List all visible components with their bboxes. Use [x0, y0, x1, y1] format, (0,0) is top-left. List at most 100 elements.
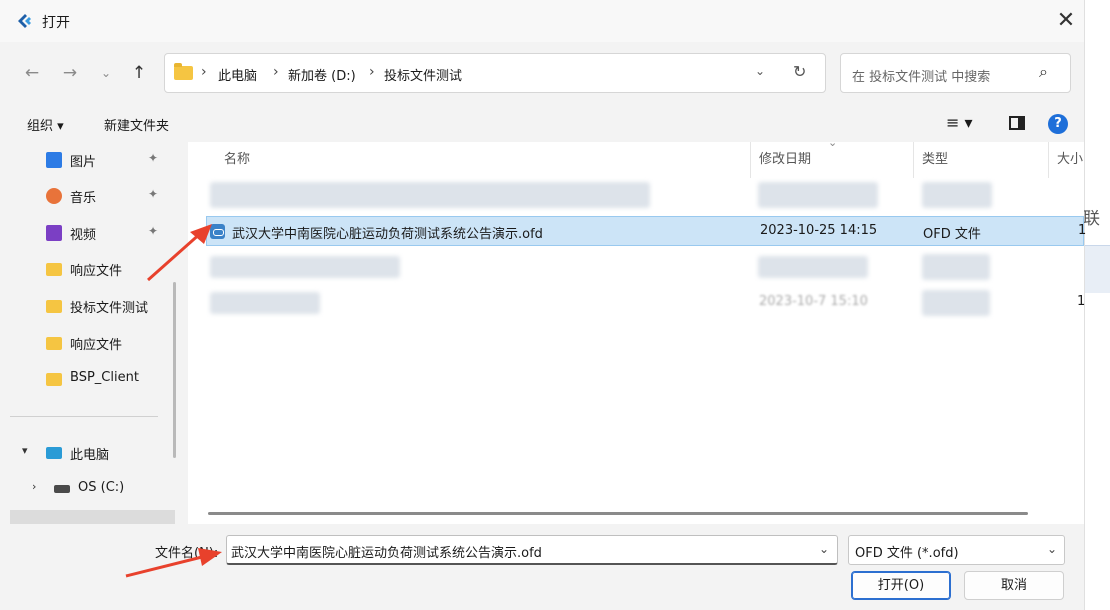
- search-icon[interactable]: ⌕: [1039, 62, 1048, 82]
- ofd-file-icon: [210, 224, 225, 239]
- pin-icon: ✦: [148, 187, 159, 201]
- folder-icon: [46, 337, 62, 350]
- file-size: 1: [1078, 223, 1087, 238]
- file-type-value[interactable]: OFD 文件 (*.ofd): [855, 542, 959, 561]
- cancel-button[interactable]: 取消: [964, 571, 1064, 600]
- chevron-down-icon[interactable]: ⌄: [1047, 542, 1057, 556]
- music-icon: [46, 188, 62, 204]
- close-icon: ✕: [1056, 8, 1076, 33]
- file-name: 武汉大学中南医院心脏运动负荷测试系统公告演示.ofd: [232, 227, 543, 242]
- sidebar-item-label: 响应文件: [70, 338, 123, 353]
- column-divider[interactable]: [750, 142, 751, 178]
- sidebar-item-folder[interactable]: 响应文件: [10, 328, 175, 358]
- column-header-type[interactable]: 类型: [922, 148, 948, 167]
- pictures-icon: [46, 152, 62, 168]
- sidebar-item-label: 视频: [70, 228, 97, 243]
- sidebar-item-label: 此电脑: [70, 448, 110, 463]
- search-placeholder[interactable]: 在 投标文件测试 中搜索: [852, 66, 990, 85]
- computer-icon: [46, 447, 62, 459]
- file-row[interactable]: [206, 252, 1084, 282]
- breadcrumb-separator[interactable]: ›: [273, 64, 279, 80]
- dialog-footer: 文件名(N): 武汉大学中南医院心脏运动负荷测试系统公告演示.ofd ⌄ OFD…: [0, 524, 1084, 610]
- close-button[interactable]: ✕: [1050, 6, 1082, 38]
- drive-icon: [54, 485, 70, 493]
- sidebar-item-videos[interactable]: 视频 ✦: [10, 218, 175, 248]
- pin-icon: ✦: [148, 224, 159, 238]
- sidebar-item-os-drive[interactable]: › OS (C:): [10, 474, 175, 504]
- chevron-right-icon[interactable]: ›: [32, 480, 36, 493]
- column-divider[interactable]: [913, 142, 914, 178]
- file-list: 名称 ⌄ 修改日期 类型 大小 武汉大学中南医院心脏运动负荷测试系统公告演示.o…: [188, 136, 1087, 524]
- up-button[interactable]: ↑: [127, 62, 151, 84]
- sidebar-item-label: 响应文件: [70, 264, 123, 279]
- file-modified: 2023-10-7 15:10: [759, 294, 868, 309]
- blurred-filename: [210, 182, 650, 208]
- sidebar-item-label: 投标文件测试: [70, 301, 149, 316]
- forward-button[interactable]: →: [58, 62, 82, 84]
- column-header-modified[interactable]: 修改日期: [759, 148, 811, 167]
- sidebar-item-label: 图片: [70, 155, 97, 170]
- sidebar-item-drive-d[interactable]: [10, 510, 175, 524]
- chevron-down-icon[interactable]: ▾: [22, 444, 28, 457]
- chevron-down-icon: ⌄: [100, 66, 112, 80]
- blurred-filename: [210, 256, 400, 278]
- file-type-select[interactable]: OFD 文件 (*.ofd) ⌄: [848, 535, 1065, 565]
- app-icon: [18, 14, 31, 28]
- sidebar-item-label: BSP_Client: [70, 370, 139, 385]
- address-bar[interactable]: › 此电脑 › 新加卷 (D:) › 投标文件测试 ⌄ ↻: [164, 53, 826, 93]
- arrow-right-icon: →: [62, 63, 78, 83]
- background-row-band: [1085, 245, 1110, 293]
- column-header-name[interactable]: 名称: [224, 148, 250, 167]
- blurred-type: [922, 254, 990, 280]
- column-divider[interactable]: [1048, 142, 1049, 178]
- filename-label: 文件名(N):: [155, 546, 219, 561]
- file-type: OFD 文件: [923, 227, 981, 242]
- back-button[interactable]: ←: [20, 62, 44, 84]
- preview-pane-icon[interactable]: [1009, 116, 1025, 130]
- sidebar-scrollbar[interactable]: [173, 282, 176, 458]
- breadcrumb-separator[interactable]: ›: [201, 64, 207, 80]
- new-folder-button[interactable]: 新建文件夹: [104, 115, 169, 134]
- file-row[interactable]: [206, 180, 1084, 210]
- sidebar-item-folder[interactable]: 投标文件测试: [10, 291, 175, 321]
- horizontal-scrollbar[interactable]: [208, 512, 1028, 515]
- help-icon[interactable]: ?: [1048, 114, 1068, 134]
- arrow-left-icon: ←: [24, 63, 40, 83]
- sidebar-item-label: 音乐: [70, 191, 97, 206]
- arrow-up-icon: ↑: [131, 63, 147, 83]
- breadcrumb-current-folder[interactable]: 投标文件测试: [384, 65, 462, 84]
- file-row-selected[interactable]: 武汉大学中南医院心脏运动负荷测试系统公告演示.ofd 2023-10-25 14…: [206, 216, 1087, 246]
- breadcrumb-drive-d[interactable]: 新加卷 (D:): [288, 65, 356, 84]
- sidebar-item-music[interactable]: 音乐 ✦: [10, 181, 175, 211]
- address-dropdown-icon[interactable]: ⌄: [755, 64, 765, 78]
- chevron-down-icon[interactable]: ⌄: [819, 542, 829, 556]
- sidebar-item-this-pc[interactable]: ▾ 此电脑: [10, 438, 175, 468]
- pin-icon: ✦: [148, 151, 159, 165]
- view-options-button[interactable]: ≡ ▾: [946, 113, 973, 132]
- breadcrumb-separator[interactable]: ›: [369, 64, 375, 80]
- filename-value[interactable]: 武汉大学中南医院心脏运动负荷测试系统公告演示.ofd: [231, 542, 542, 561]
- breadcrumb-this-pc[interactable]: 此电脑: [218, 65, 257, 84]
- folder-icon: [46, 373, 62, 386]
- filename-input[interactable]: 武汉大学中南医院心脏运动负荷测试系统公告演示.ofd ⌄: [226, 535, 838, 565]
- sidebar-divider: [10, 416, 158, 417]
- blurred-type: [922, 290, 990, 316]
- folder-icon: [46, 300, 62, 313]
- sidebar-item-label: OS (C:): [78, 480, 125, 495]
- sort-caret-icon: ⌄: [828, 136, 838, 149]
- sidebar-item-folder[interactable]: BSP_Client: [10, 364, 175, 394]
- search-box[interactable]: 在 投标文件测试 中搜索 ⌕: [840, 53, 1071, 93]
- file-size: 1: [1077, 294, 1086, 309]
- open-button[interactable]: 打开(O): [851, 571, 951, 600]
- recent-locations-button[interactable]: ⌄: [94, 62, 118, 84]
- blurred-date: [758, 256, 868, 278]
- sidebar-item-folder[interactable]: 响应文件: [10, 254, 175, 284]
- refresh-icon[interactable]: ↻: [793, 62, 806, 81]
- background-window-strip: 联: [1083, 0, 1110, 610]
- column-header-size[interactable]: 大小: [1057, 148, 1083, 167]
- sidebar-item-pictures[interactable]: 图片 ✦: [10, 145, 175, 175]
- file-modified: 2023-10-25 14:15: [760, 223, 878, 238]
- navigation-bar: ← → ⌄ ↑ › 此电脑 › 新加卷 (D:) › 投标文件测试 ⌄ ↻ 在 …: [0, 42, 1084, 106]
- organize-menu[interactable]: 组织 ▾: [27, 115, 64, 134]
- file-row[interactable]: 2023-10-7 15:10 1: [206, 288, 1086, 318]
